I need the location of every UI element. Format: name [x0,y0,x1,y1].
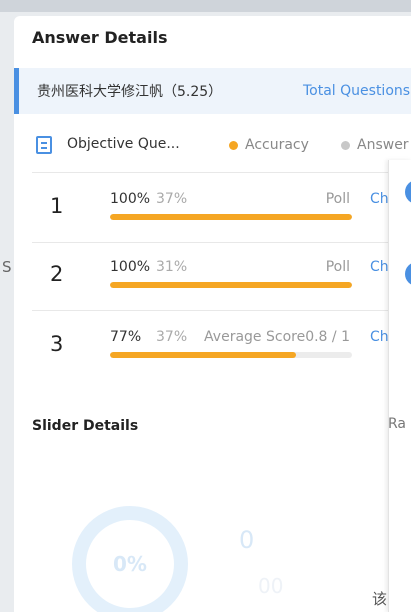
legend-answer-label: Answer [357,137,409,153]
objective-section-header: Objective Que... Accuracy Answer [36,134,411,160]
question-answer-rate: 31% [156,259,188,275]
survey-title: 贵州医科大学修江帆（5.25） [37,84,223,100]
accuracy-bar [110,214,352,220]
document-icon [36,136,52,154]
answer-dot-icon [341,140,350,150]
slider-details-heading: Slider Details [32,418,139,434]
question-answer-rate: 37% [156,329,188,345]
question-accuracy: 100% [110,259,151,275]
stat-value: 0 [239,526,255,554]
answer-details-panel: Answer Details 贵州医科大学修江帆（5.25） Total Que… [14,16,411,612]
background-strip [0,0,411,12]
side-button[interactable] [405,180,411,204]
stat-sub-value: 00 [258,574,284,598]
question-type: Poll [325,259,350,275]
divider [32,242,411,243]
accuracy-bar [110,352,352,358]
question-row-3: 3 77% 37% Average Score0.8 / 1 Che [32,314,411,380]
accuracy-ring-chart: 0% [72,506,188,612]
side-label: Ra [388,416,406,432]
ring-value: 0% [113,552,147,576]
question-accuracy: 77% [110,329,142,345]
survey-row[interactable]: 贵州医科大学修江帆（5.25） Total Questions [14,68,411,114]
accuracy-dot-icon [229,140,238,150]
legend-accuracy-label: Accuracy [245,137,309,153]
question-number: 3 [50,332,64,356]
question-number: 1 [50,194,64,218]
side-bottom-text: 该 [372,590,388,608]
accuracy-bar-fill [110,352,297,358]
side-button[interactable] [405,262,411,286]
accuracy-bar [110,282,352,288]
accuracy-bar-fill [110,282,352,288]
question-type: Poll [325,191,350,207]
legend-answer: Answer [341,137,409,153]
question-type: Average Score0.8 / 1 [204,329,350,345]
page-title: Answer Details [32,28,168,47]
question-accuracy: 100% [110,191,151,207]
total-questions-link[interactable]: Total Questions [303,83,410,99]
question-number: 2 [50,262,64,286]
background-text: S [2,258,12,276]
section-title: Objective Que... [67,136,180,152]
question-row-2: 2 100% 31% Poll Che [32,244,411,310]
divider [32,172,411,173]
accuracy-bar-fill [110,214,352,220]
legend-accuracy: Accuracy [229,137,309,153]
question-answer-rate: 37% [156,191,188,207]
divider [32,310,411,311]
side-card [388,160,411,612]
question-row-1: 1 100% 37% Poll Che [32,176,411,242]
